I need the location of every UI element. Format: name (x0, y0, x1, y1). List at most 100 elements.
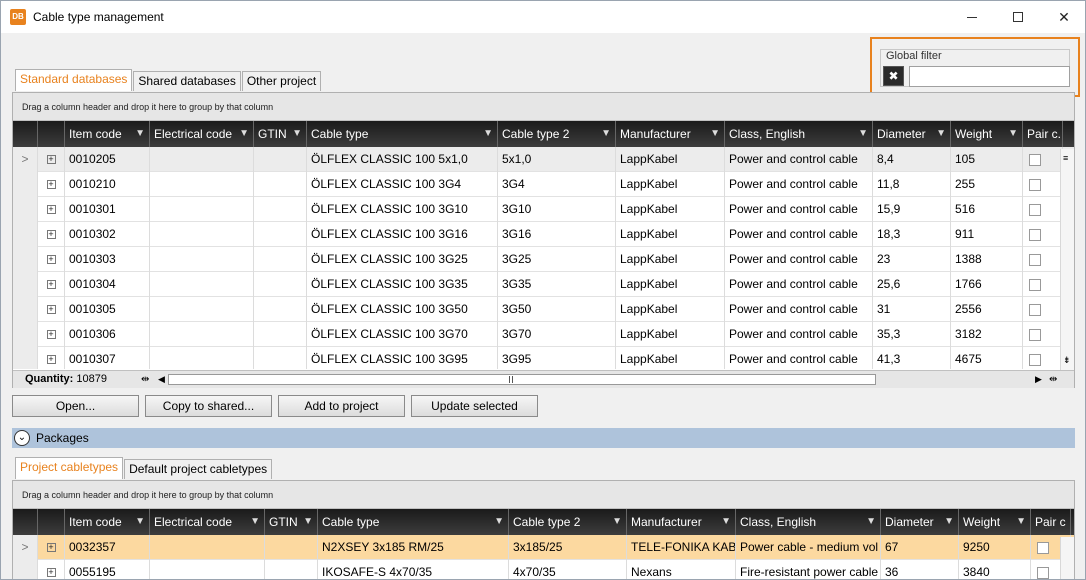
table-row[interactable]: > +0032357 N2XSEY 3x185 RM/25 3x185/25 TELE-… (13, 535, 1074, 560)
filter-icon[interactable]: ▼ (250, 509, 260, 535)
column-header-gtin[interactable]: GTIN ▼ (254, 121, 307, 147)
table-cell[interactable] (1023, 272, 1063, 297)
scroll-first-icon[interactable]: ⇹ (141, 371, 149, 388)
pair-checkbox[interactable] (1029, 178, 1041, 191)
column-header-electrical-code[interactable]: Electrical code ▼ (150, 121, 254, 147)
group-by-hint-bottom[interactable]: Drag a column header and drop it here to… (13, 481, 1074, 509)
expand-row-button[interactable]: + (38, 197, 65, 222)
table-row[interactable]: +0010306 ÖLFLEX CLASSIC 100 3G70 3G70 LappK… (13, 322, 1074, 347)
column-header-weight[interactable]: Weight ▼ (951, 121, 1023, 147)
table-cell[interactable] (1023, 297, 1063, 322)
expand-row-button[interactable]: + (38, 147, 65, 172)
expand-row-button[interactable]: + (38, 222, 65, 247)
expand-row-button[interactable]: + (38, 347, 65, 369)
table-cell[interactable] (1023, 197, 1063, 222)
group-by-hint[interactable]: Drag a column header and drop it here to… (13, 93, 1074, 121)
column-header-electrical-code[interactable]: Electrical code ▼ (150, 509, 265, 535)
table-cell[interactable] (1023, 172, 1063, 197)
column-header-pair-c[interactable]: Pair c... (1023, 121, 1063, 147)
scroll-bottom-icon[interactable]: ⇟ (1063, 355, 1071, 366)
expand-row-button[interactable]: + (38, 535, 65, 560)
scroll-right-icon[interactable]: ▶ (1035, 371, 1042, 388)
column-header-weight[interactable]: Weight ▼ (959, 509, 1031, 535)
expand-icon[interactable]: + (46, 230, 56, 240)
row-indicator[interactable] (13, 560, 38, 579)
pair-checkbox[interactable] (1029, 278, 1041, 291)
column-header-manufacturer[interactable]: Manufacturer ▼ (627, 509, 736, 535)
column-header-cable-type-2[interactable]: Cable type 2 ▼ (498, 121, 616, 147)
expand-icon[interactable]: + (46, 180, 56, 190)
filter-icon[interactable]: ▼ (710, 121, 720, 147)
table-cell[interactable] (1023, 322, 1063, 347)
tab-project-cabletypes[interactable]: Project cabletypes (15, 457, 124, 479)
expand-row-button[interactable]: + (38, 247, 65, 272)
filter-icon[interactable]: ▼ (721, 509, 731, 535)
expand-row-button[interactable]: + (38, 172, 65, 197)
column-header-manufacturer[interactable]: Manufacturer ▼ (616, 121, 725, 147)
add-to-project-button[interactable]: Add to project (278, 395, 405, 417)
row-indicator[interactable] (13, 297, 38, 322)
horizontal-scrollbar[interactable] (168, 374, 876, 385)
row-indicator[interactable]: > (13, 147, 38, 172)
filter-icon[interactable]: ▼ (866, 509, 876, 535)
column-header-item-code[interactable]: Item code ▼ (65, 509, 150, 535)
pair-checkbox[interactable] (1029, 303, 1041, 316)
chevron-down-icon[interactable]: ⌄ (14, 430, 30, 446)
packages-bar[interactable]: ⌄ Packages (12, 428, 1075, 448)
expand-row-button[interactable]: + (38, 322, 65, 347)
row-indicator[interactable] (13, 272, 38, 297)
pair-checkbox[interactable] (1029, 228, 1041, 241)
filter-icon[interactable]: ▼ (944, 509, 954, 535)
row-indicator[interactable] (13, 197, 38, 222)
filter-icon[interactable]: ▼ (239, 121, 249, 147)
table-row[interactable]: +0010301 ÖLFLEX CLASSIC 100 3G10 3G10 LappK… (13, 197, 1074, 222)
pair-checkbox[interactable] (1037, 541, 1049, 554)
expand-icon[interactable]: + (46, 155, 56, 165)
pair-checkbox[interactable] (1029, 153, 1041, 166)
scroll-last-icon[interactable]: ⇹ (1049, 371, 1057, 388)
scroll-top-icon[interactable]: ≡ (1063, 153, 1068, 163)
filter-icon[interactable]: ▼ (936, 121, 946, 147)
table-row[interactable]: +0010307 ÖLFLEX CLASSIC 100 3G95 3G95 LappK… (13, 347, 1074, 369)
table-row[interactable]: +0055195 IKOSAFE-S 4x70/35 4x70/35 Nexans Fi… (13, 560, 1074, 579)
expand-icon[interactable]: + (46, 543, 56, 553)
expand-icon[interactable]: + (46, 205, 56, 215)
global-filter-input[interactable] (909, 66, 1070, 87)
column-header-gtin[interactable]: GTIN ▼ (265, 509, 318, 535)
table-cell[interactable] (1023, 147, 1063, 172)
close-button[interactable]: ✕ (1041, 1, 1085, 33)
column-header-cable-type[interactable]: Cable type ▼ (318, 509, 509, 535)
table-row[interactable]: +0010304 ÖLFLEX CLASSIC 100 3G35 3G35 LappK… (13, 272, 1074, 297)
bottom-grid-vscrollbar[interactable] (1060, 537, 1074, 579)
column-header-class-english[interactable]: Class, English ▼ (725, 121, 873, 147)
row-indicator[interactable] (13, 222, 38, 247)
tab-default-project-cabletypes[interactable]: Default project cabletypes (124, 459, 273, 479)
row-indicator[interactable] (13, 347, 38, 369)
expand-row-button[interactable]: + (38, 560, 65, 579)
row-indicator[interactable] (13, 172, 38, 197)
filter-icon[interactable]: ▼ (1008, 121, 1018, 147)
pair-checkbox[interactable] (1037, 566, 1049, 579)
copy-to-shared-button[interactable]: Copy to shared... (145, 395, 272, 417)
filter-icon[interactable]: ▼ (858, 121, 868, 147)
column-header-item-code[interactable]: Item code ▼ (65, 121, 150, 147)
column-header-pair-c[interactable]: Pair c (1031, 509, 1071, 535)
row-indicator[interactable] (13, 322, 38, 347)
column-header-class-english[interactable]: Class, English ▼ (736, 509, 881, 535)
expand-icon[interactable]: + (46, 280, 56, 290)
row-indicator[interactable]: > (13, 535, 38, 560)
expand-icon[interactable]: + (46, 330, 56, 340)
table-cell[interactable] (1023, 222, 1063, 247)
clear-filter-button[interactable]: ✖ (883, 66, 904, 86)
column-header-cable-type[interactable]: Cable type ▼ (307, 121, 498, 147)
filter-icon[interactable]: ▼ (1016, 509, 1026, 535)
row-indicator[interactable] (13, 247, 38, 272)
scroll-thumb[interactable] (509, 376, 513, 383)
table-row[interactable]: +0010305 ÖLFLEX CLASSIC 100 3G50 3G50 LappK… (13, 297, 1074, 322)
pair-checkbox[interactable] (1029, 353, 1041, 366)
expand-icon[interactable]: + (46, 255, 56, 265)
filter-icon[interactable]: ▼ (483, 121, 493, 147)
top-grid-vscrollbar[interactable]: ≡ ⇟ (1060, 149, 1074, 371)
filter-icon[interactable]: ▼ (303, 509, 313, 535)
minimize-button[interactable] (949, 1, 995, 33)
